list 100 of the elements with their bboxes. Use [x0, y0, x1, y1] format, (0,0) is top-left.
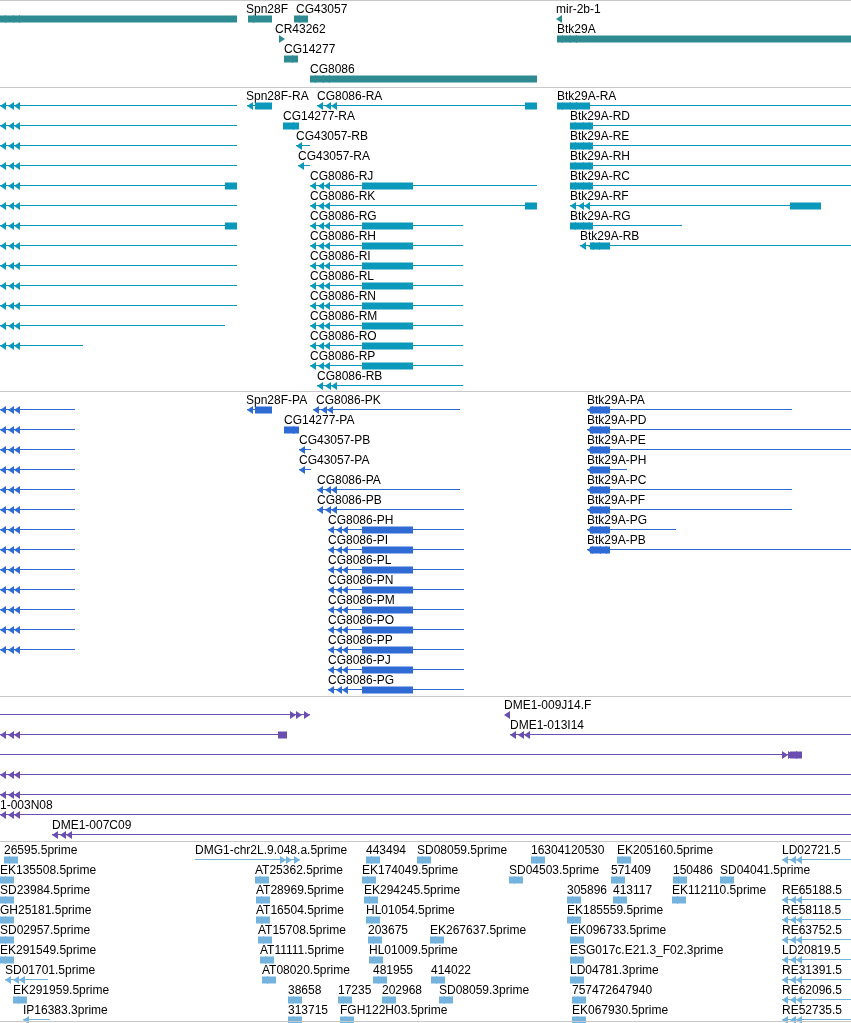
feature-label: CG8086-PK [316, 393, 381, 407]
feature-label: CG43057-PA [299, 453, 370, 467]
feature-label: CG8086 [310, 62, 355, 76]
feature-label: CG8086-PP [328, 633, 393, 647]
feature-label: CG8086-RJ [310, 169, 374, 183]
feature-label: CG8086-RG [310, 209, 377, 223]
feature-label: SD01701.5prime [5, 963, 96, 977]
feature-label: 305896 [567, 883, 608, 897]
feature-label: GH25181.5prime [0, 903, 92, 917]
feature-label: SD08059.3prime [439, 983, 530, 997]
feature-label: AT28969.5prime [256, 883, 344, 897]
feature-label: 413117 [613, 883, 653, 897]
feature-label: CG8086-RA [317, 89, 383, 103]
feature-label: CG8086-PJ [328, 653, 391, 667]
feature-label: CG8086-PN [328, 573, 394, 587]
feature-label: EK135508.5prime [0, 863, 97, 877]
feature-label: DME1-007C09 [52, 818, 132, 832]
feature-label: EK267637.5prime [430, 923, 527, 937]
feature-label: CG14277-PA [284, 413, 355, 427]
feature-label: HL01009.5prime [369, 943, 458, 957]
feature-label: 150486 [673, 863, 714, 877]
feature-label: CG43057 [296, 2, 348, 16]
feature-label: DMG1-chr2L.9.048.a.5prime [195, 843, 348, 857]
feature-label: Btk29A-RG [570, 209, 631, 223]
feature-label: SD02957.5prime [0, 923, 91, 937]
feature-label: CR43262 [275, 22, 326, 36]
feature-label: CG8086-PG [328, 673, 395, 687]
feature-label: LD04781.3prime [570, 963, 659, 977]
feature-label: LD20819.5 [782, 943, 841, 957]
feature-label: 203675 [368, 923, 409, 937]
feature-label: AT11111.5prime [260, 943, 345, 957]
feature-label: HL01054.5prime [366, 903, 455, 917]
feature-label: Btk29A-RF [570, 189, 629, 203]
feature-label: CG8086-PI [328, 533, 389, 547]
feature-label: 571409 [611, 863, 652, 877]
feature-label: CG8086-RH [310, 229, 377, 243]
feature-label: CG8086-PA [317, 473, 381, 487]
feature-label: SD23984.5prime [0, 883, 91, 897]
feature-label: EK291549.5prime [0, 943, 97, 957]
feature-label: 443494 [366, 843, 407, 857]
feature-label: Btk29A-PF [587, 493, 646, 507]
feature-label: 1-003N08 [0, 798, 53, 812]
feature-label: FGH122H03.5prime [340, 1003, 448, 1017]
feature-label: RE62096.5 [782, 983, 843, 997]
feature-label: 26595.5prime [4, 843, 78, 857]
feature-label: AT15708.5prime [258, 923, 346, 937]
feature-label: DME1-013I14 [510, 718, 585, 732]
feature-label: Btk29A-PC [587, 473, 647, 487]
feature-label: SD08059.5prime [417, 843, 508, 857]
feature-label: EK067930.5prime [572, 1003, 669, 1017]
feature-label: CG8086-RN [310, 289, 377, 303]
feature-label: CG8086-RO [310, 329, 377, 343]
feature-label: EK096733.5prime [570, 923, 667, 937]
feature-label: DME1-009J14.F [504, 698, 592, 712]
feature-label: Btk29A-PA [587, 393, 645, 407]
feature-label: Btk29A-RA [557, 89, 617, 103]
feature-label: Btk29A-PD [587, 413, 647, 427]
feature-label: CG8086-PB [317, 493, 382, 507]
feature-label: 38658 [288, 983, 322, 997]
feature-label: CG8086-RM [310, 309, 378, 323]
feature-label: EK185559.5prime [567, 903, 664, 917]
feature-label: Btk29A [557, 22, 596, 36]
feature-label: CG8086-RP [310, 349, 376, 363]
feature-label: RE31391.5 [782, 963, 843, 977]
feature-label: Btk29A-PE [587, 433, 646, 447]
feature-label: LD02721.5 [782, 843, 841, 857]
feature-label: CG14277 [284, 42, 336, 56]
feature-label: Btk29A-RH [570, 149, 631, 163]
feature-label: 481955 [373, 963, 414, 977]
feature-label: CG8086-PL [328, 553, 392, 567]
feature-label: 202968 [382, 983, 423, 997]
feature-label: CG8086-PO [328, 613, 395, 627]
feature-label: RE65188.5 [782, 883, 843, 897]
feature-label: CG8086-RI [310, 249, 371, 263]
feature-label: SD04041.5prime [720, 863, 811, 877]
feature-label: RE63752.5 [782, 923, 843, 937]
feature-label: CG8086-RK [310, 189, 376, 203]
feature-label: Spn28F-RA [246, 89, 309, 103]
feature-label: mir-2b-1 [556, 2, 601, 16]
feature-label: 757472647940 [572, 983, 653, 997]
feature-label: Btk29A-RB [580, 229, 640, 243]
feature-label: AT16504.5prime [256, 903, 344, 917]
feature-label: CG43057-RA [298, 149, 371, 163]
feature-label: AT08020.5prime [262, 963, 350, 977]
feature-label: 17235 [338, 983, 372, 997]
feature-label: ESG017c.E21.3_F02.3prime [570, 943, 724, 957]
feature-label: Btk29A-RC [570, 169, 631, 183]
feature-label: RE58118.5 [782, 903, 842, 917]
feature-label: EK112110.5prime [672, 883, 767, 897]
feature-label: Btk29A-RD [570, 109, 631, 123]
feature-label: Btk29A-PG [587, 513, 648, 527]
feature-label: 16304120530 [531, 843, 605, 857]
feature-label: Btk29A-RE [570, 129, 630, 143]
feature-label: RE52735.5 [782, 1003, 843, 1017]
feature-label: EK174049.5prime [362, 863, 459, 877]
feature-label: CG8086-PH [328, 513, 394, 527]
feature-label: CG14277-RA [283, 109, 356, 123]
feature-label: SD04503.5prime [509, 863, 600, 877]
feature-label: Btk29A-PH [587, 453, 647, 467]
feature-label: 414022 [431, 963, 472, 977]
